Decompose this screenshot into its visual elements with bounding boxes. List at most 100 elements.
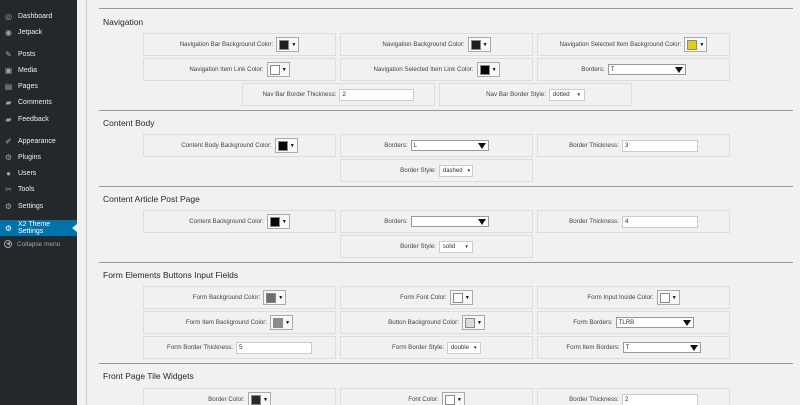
tile-border-thickness-label: Border Thickness:: [569, 396, 619, 403]
section-divider: [99, 262, 793, 263]
nav-bar-border-style-select[interactable]: dotted ▼: [548, 88, 585, 101]
sidebar-item-label: Feedback: [18, 115, 49, 123]
nav-borders-field: Borders: T: [537, 58, 730, 81]
tile-border-color-picker[interactable]: ▼: [247, 392, 271, 405]
sidebar-item-feedback[interactable]: ▰ Feedback: [0, 111, 77, 127]
tile-font-color-picker[interactable]: ▼: [441, 392, 465, 405]
sidebar-item-tools[interactable]: ✂ Tools: [0, 181, 77, 197]
form-border-style-select[interactable]: double ▼: [446, 341, 481, 354]
sidebar-item-users[interactable]: ● Users: [0, 165, 77, 181]
form-borders-select[interactable]: TLRB: [615, 317, 694, 328]
content-body-border-thickness-input[interactable]: 3: [621, 139, 698, 152]
tools-icon: ✂: [5, 184, 12, 194]
color-swatch: [277, 140, 288, 151]
nav-borders-select[interactable]: T: [607, 64, 686, 75]
content-article-borders-select[interactable]: [410, 216, 489, 227]
chevron-down-icon: ▼: [671, 294, 677, 301]
nav-bar-border-thickness-input[interactable]: 2: [339, 88, 415, 101]
chevron-down-icon: ▼: [285, 319, 291, 326]
tile-border-thickness-input[interactable]: 2: [621, 393, 698, 405]
chevron-down-icon: ▼: [699, 41, 705, 48]
settings-icon: ⚙: [4, 201, 13, 211]
chevron-down-icon: ▼: [281, 218, 287, 225]
sidebar-item-settings[interactable]: ⚙ Settings: [0, 198, 77, 214]
form-item-borders-select[interactable]: T: [622, 342, 701, 353]
nav-bg-field: Navigation Background Color: ▼: [340, 33, 533, 56]
sidebar-item-jetpack[interactable]: ◉ Jetpack: [0, 24, 77, 40]
collapse-icon: ◀: [4, 240, 12, 248]
nav-sel-item-bg-color-picker[interactable]: ▼: [684, 37, 708, 52]
content-article-border-thickness-input[interactable]: 4: [621, 215, 698, 228]
chevron-down-icon: [682, 320, 691, 326]
section-divider: [99, 8, 793, 9]
nav-bg-color-picker[interactable]: ▼: [467, 37, 491, 52]
form-font-color-picker[interactable]: ▼: [449, 290, 473, 305]
form-input-inside-field: Form Input Inside Color: ▼: [537, 286, 730, 309]
content-body-border-style-label: Border Style:: [400, 167, 436, 174]
content-article-border-thickness-field: Border Thickness: 4: [537, 210, 730, 233]
content-bg-color-picker[interactable]: ▼: [266, 214, 290, 229]
tile-border-color-label: Border Color:: [208, 396, 245, 403]
sidebar-item-label: Collapse menu: [17, 240, 61, 248]
chevron-down-icon: ▼: [472, 345, 478, 350]
color-swatch: [464, 317, 475, 328]
button-bg-label: Button Background Color:: [388, 319, 459, 326]
form-item-bg-color-picker[interactable]: ▼: [270, 315, 294, 330]
plugins-icon: ⚙: [4, 152, 13, 162]
content-body-border-thickness-label: Border Thickness:: [569, 142, 619, 149]
sidebar-item-appearance[interactable]: ✐ Appearance: [0, 133, 77, 149]
chevron-down-icon: ▼: [464, 294, 470, 301]
sidebar-item-comments[interactable]: ▰ Comments: [0, 94, 77, 110]
content-body-borders-select[interactable]: L: [410, 140, 489, 151]
sidebar-item-x2-theme-settings[interactable]: ⚙ X2 Theme Settings: [0, 220, 77, 236]
content-article-border-style-label: Border Style:: [400, 243, 436, 250]
sidebar-item-label: Plugins: [18, 153, 41, 161]
main-content: Navigation Navigation Bar Background Col…: [77, 0, 800, 405]
select-value: dotted: [552, 91, 570, 98]
chevron-down-icon: [477, 143, 486, 149]
nav-bar-bg-color-picker[interactable]: ▼: [276, 37, 300, 52]
button-bg-color-picker[interactable]: ▼: [461, 315, 485, 330]
section-divider: [99, 110, 793, 111]
sidebar-item-posts[interactable]: ✎ Posts: [0, 46, 77, 62]
chevron-down-icon: ▼: [289, 142, 295, 149]
select-value: L: [413, 142, 418, 149]
form-item-bg-label: Form Item Background Color:: [185, 319, 268, 326]
nav-item-link-label: Navigation Item Link Color:: [189, 66, 264, 73]
content-article-borders-field: Borders:: [340, 210, 533, 233]
sidebar-item-dashboard[interactable]: ◎ Dashboard: [0, 8, 77, 24]
form-border-style-field: Form Border Style: double ▼: [340, 336, 533, 359]
sidebar-item-plugins[interactable]: ⚙ Plugins: [0, 149, 77, 165]
form-bg-label: Form Background Color:: [192, 294, 261, 301]
section-title-navigation: Navigation: [103, 17, 144, 27]
select-value: TLRB: [618, 319, 635, 326]
chevron-down-icon: [689, 345, 698, 351]
nav-bar-border-style-field: Nav Bar Border Style: dotted ▼: [439, 83, 632, 106]
tile-border-color-field: Border Color: ▼: [143, 388, 336, 405]
content-body-borders-field: Borders: L: [340, 134, 533, 157]
sidebar-item-label: Appearance: [18, 137, 56, 145]
nav-item-link-field: Navigation Item Link Color: ▼: [143, 58, 336, 81]
form-bg-color-picker[interactable]: ▼: [263, 290, 287, 305]
sidebar-item-collapse-menu[interactable]: ◀ Collapse menu: [0, 236, 77, 252]
content-body-bg-color-picker[interactable]: ▼: [274, 138, 298, 153]
select-value: dashed: [442, 167, 463, 174]
chevron-down-icon: ▼: [262, 396, 268, 403]
form-item-borders-field: Form Item Borders: T: [537, 336, 730, 359]
form-border-thickness-input[interactable]: 5: [235, 341, 312, 354]
sidebar-item-media[interactable]: ▣ Media: [0, 62, 77, 78]
pin-icon: ✎: [5, 49, 12, 59]
sidebar-item-pages[interactable]: ▤ Pages: [0, 78, 77, 94]
color-swatch: [444, 394, 455, 405]
content-body-border-style-select[interactable]: dashed ▼: [438, 164, 473, 177]
content-article-border-style-select[interactable]: solid ▼: [438, 240, 473, 253]
nav-item-link-color-picker[interactable]: ▼: [266, 62, 290, 77]
form-borders-field: Form Borders: TLRB: [537, 311, 730, 334]
nav-sel-item-link-label: Navigation Selected Item Link Color:: [373, 66, 474, 73]
nav-sel-item-bg-label: Navigation Selected Item Background Colo…: [559, 41, 682, 48]
nav-sel-item-link-color-picker[interactable]: ▼: [476, 62, 500, 77]
sidebar-item-label: Users: [18, 169, 37, 177]
users-icon: ●: [6, 168, 11, 178]
content-article-borders-label: Borders:: [384, 218, 408, 225]
form-input-inside-color-picker[interactable]: ▼: [656, 290, 680, 305]
